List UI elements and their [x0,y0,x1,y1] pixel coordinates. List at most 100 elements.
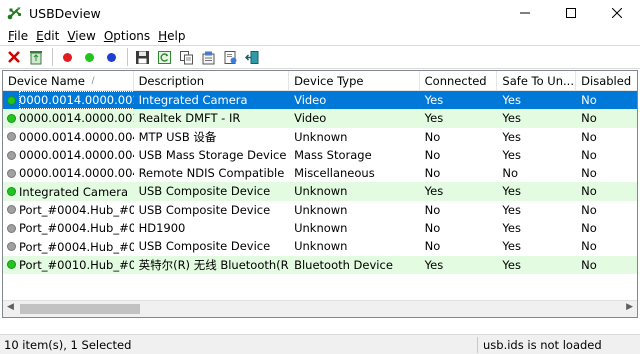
cell-disabled: No [581,239,597,254]
window-title: USBDeview [29,5,101,21]
cell-device-name: 0000.0014.0000.004... [3,164,134,182]
table-row[interactable]: 0000.0014.0000.004... USB Mass Storage De… [3,146,637,164]
column-header-safe-to-unplug[interactable]: Safe To Un... [497,71,577,91]
status-bar: 10 item(s), 1 Selected usb.ids is not lo… [0,334,640,354]
cell-connected: No [424,239,441,254]
maximize-button[interactable] [548,0,594,26]
table-row[interactable]: 0000.0014.0000.004... Remote NDIS Compati… [3,164,637,182]
cell-device-name: Integrated Camera [3,182,134,200]
scroll-right-icon[interactable]: ▶ [626,302,633,312]
table-row[interactable]: 0000.0014.0000.001... Realtek DMFT - IR Vi… [3,109,637,128]
cell-device-name: 0000.0014.0000.001... [3,91,134,110]
delete-x-icon [8,51,20,63]
status-dot-icon [7,242,16,252]
enable-button[interactable] [79,47,99,67]
cell-description: Remote NDIS Compatible ... [138,166,290,181]
toolbar-separator [127,48,128,66]
close-button[interactable] [594,0,640,26]
cell-description: Realtek DMFT - IR [138,111,241,126]
status-dot-icon [7,95,16,105]
scroll-left-icon[interactable]: ◀ [7,302,14,312]
menu-edit[interactable]: Edit [32,29,63,43]
cell-device-type: Unknown [294,202,348,217]
cell-description: MTP USB 设备 [138,129,217,144]
column-header-device-type[interactable]: Device Type [289,71,420,91]
column-header-description[interactable]: Description [134,71,290,91]
table-row[interactable]: Integrated Camera USB Composite Device Unk… [3,182,637,201]
cell-device-name: Port_#0004.Hub_#0... [3,237,134,255]
table-row[interactable]: Port_#0004.Hub_#0... HD1900 Unknown No Yes No [3,219,637,237]
menu-view[interactable]: View [63,29,99,43]
disable-button[interactable] [57,47,77,67]
cell-disabled: No [581,129,597,144]
menu-options[interactable]: Options [100,29,154,43]
cell-disabled: No [581,111,597,126]
recycle-button[interactable] [26,47,46,67]
html-report-button[interactable] [220,47,240,67]
cell-connected: No [424,202,441,217]
device-name-text: Integrated Camera [19,184,129,199]
device-name-text: 0000.0014.0000.001... [19,111,134,126]
status-usbids: usb.ids is not loaded [483,337,602,352]
minimize-icon [520,12,530,14]
cell-disabled: No [581,166,597,181]
maximize-icon [566,8,576,18]
table-row[interactable]: Port_#0004.Hub_#0... USB Composite Device… [3,201,637,219]
table-row[interactable]: 0000.0014.0000.001... Integrated Camera Vi… [3,91,637,110]
cell-disabled: No [581,202,597,217]
cell-safe-to-unplug: Yes [502,239,521,254]
cell-safe-to-unplug: Yes [502,202,521,217]
cell-connected: Yes [424,184,444,199]
connect-button[interactable] [101,47,121,67]
column-header-connected[interactable]: Connected [420,71,498,91]
toolbar-separator [52,48,53,66]
table-row[interactable]: 0000.0014.0000.004... MTP USB 设备 Unknown No… [3,128,637,146]
cell-connected: No [424,147,441,162]
copy-button[interactable] [176,47,196,67]
cell-device-name: Port_#0004.Hub_#0... [3,201,134,219]
exit-button[interactable] [242,47,262,67]
refresh-icon [157,50,171,64]
cell-device-name: Port_#0004.Hub_#0... [3,219,134,237]
device-list[interactable]: Device Name ∕ Description Device Type Con… [2,70,638,318]
cell-device-type: Unknown [294,221,348,236]
cell-description: USB Composite Device [138,184,271,199]
cell-device-type: Video [294,93,327,107]
cell-device-type: Mass Storage [294,147,372,162]
properties-icon [202,51,214,64]
cell-description: USB Mass Storage Device [138,147,287,162]
cell-connected: Yes [424,111,444,126]
properties-button[interactable] [198,47,218,67]
save-button[interactable] [132,47,152,67]
menu-file[interactable]: File [4,29,32,43]
table-row[interactable]: Port_#0010.Hub_#0... 英特尔(R) 无线 Bluetooth(… [3,255,637,274]
cell-connected: No [424,221,441,236]
cell-safe-to-unplug: Yes [502,221,521,236]
recycle-bin-icon [30,51,42,65]
scrollbar-thumb[interactable] [20,304,140,314]
cell-safe-to-unplug: Yes [502,129,521,144]
device-name-text: 0000.0014.0000.001... [19,91,134,110]
device-name-text: 0000.0014.0000.004... [19,129,134,144]
horizontal-scrollbar[interactable]: ◀ ▶ [3,300,637,317]
column-header-row: Device Name ∕ Description Device Type Con… [3,71,637,91]
table-row[interactable]: Port_#0004.Hub_#0... USB Composite Device… [3,237,637,255]
refresh-button[interactable] [154,47,174,67]
exit-door-icon [244,50,258,64]
cell-device-type: Unknown [294,239,348,254]
cell-device-name: Port_#0010.Hub_#0... [3,256,134,274]
status-dot-icon [7,205,16,215]
cell-safe-to-unplug: Yes [502,111,521,126]
menu-help[interactable]: Help [154,29,189,43]
cell-safe-to-unplug: Yes [502,93,521,107]
cell-device-type: Bluetooth Device [294,257,393,272]
minimize-button[interactable] [502,0,548,26]
column-header-disabled[interactable]: Disabled [576,71,637,91]
status-dot-icon [7,187,16,197]
cell-description: USB Composite Device [138,239,271,254]
status-dot-icon [7,223,16,233]
cell-safe-to-unplug: Yes [502,184,521,199]
column-header-device-name[interactable]: Device Name ∕ [3,71,134,91]
status-dot-icon [7,113,16,123]
uninstall-button[interactable] [4,47,24,67]
